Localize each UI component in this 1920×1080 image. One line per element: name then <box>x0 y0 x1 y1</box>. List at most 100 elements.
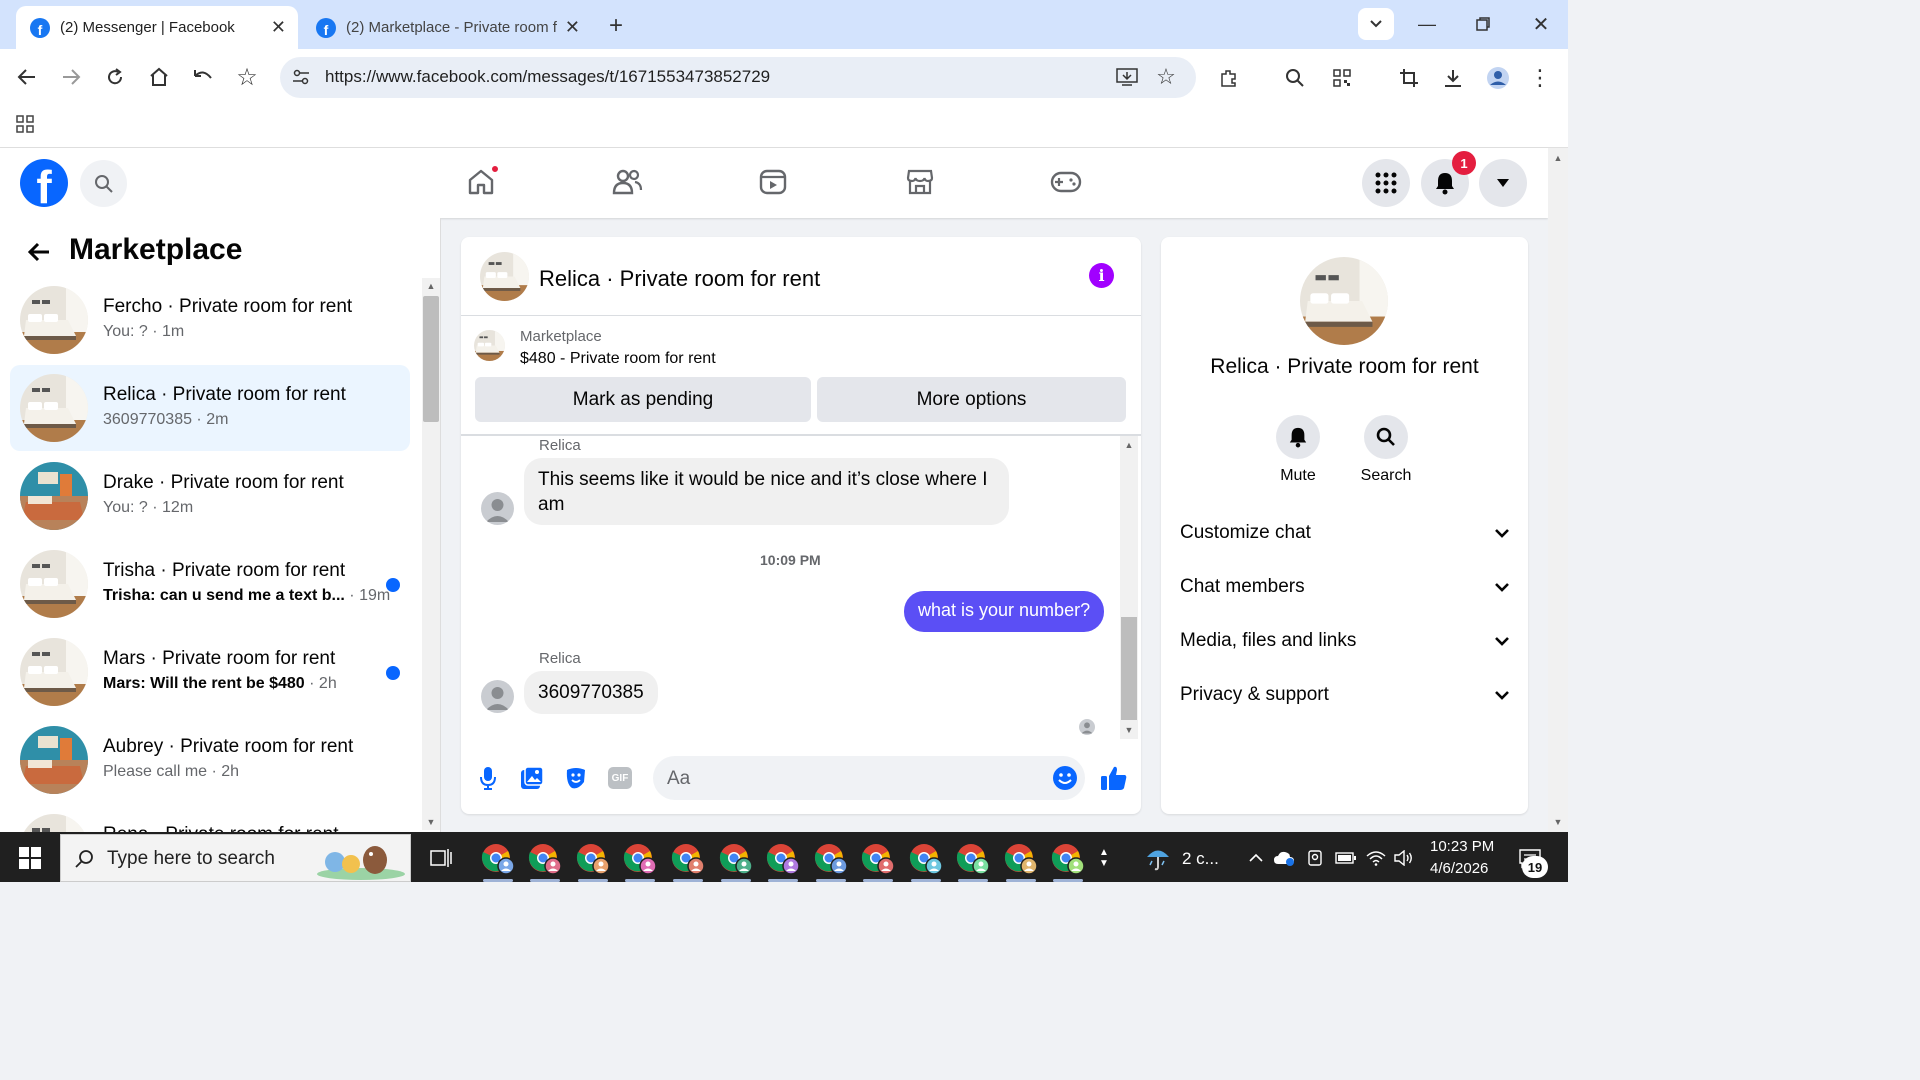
install-app-icon[interactable] <box>1114 64 1140 90</box>
chrome-taskbar-icon[interactable] <box>1003 840 1039 876</box>
chrome-taskbar-icon[interactable] <box>718 840 754 876</box>
chat-scrollbar-thumb[interactable] <box>1121 617 1137 720</box>
chrome-taskbar-icon[interactable] <box>955 840 991 876</box>
account-button[interactable] <box>1479 159 1527 207</box>
tab-search-button[interactable] <box>1358 8 1394 40</box>
close-tab-icon[interactable]: ✕ <box>565 17 580 38</box>
clock-date[interactable]: 4/6/2026 <box>1430 860 1488 877</box>
conversation-item[interactable]: Fercho · Private room for rent You: ? · 1… <box>10 277 410 363</box>
clock-time[interactable]: 10:23 PM <box>1430 838 1494 855</box>
tab-marketplace[interactable]: f (2) Marketplace - Private room f ✕ <box>302 6 592 49</box>
weather-text[interactable]: 2 c... <box>1182 849 1219 869</box>
minimize-button[interactable]: — <box>1412 10 1442 38</box>
chat-avatar[interactable] <box>480 252 529 301</box>
conversation-item[interactable]: Aubrey · Private room for rent Please cal… <box>10 717 410 803</box>
nav-friends[interactable] <box>607 162 647 202</box>
emoji-icon[interactable] <box>1050 763 1080 793</box>
wifi-icon[interactable] <box>1364 846 1388 870</box>
mark-as-pending-button[interactable]: Mark as pending <box>475 377 811 422</box>
menu-button[interactable] <box>1362 159 1410 207</box>
bookmark-page-icon[interactable]: ☆ <box>1153 64 1179 90</box>
gif-icon[interactable]: GIF <box>605 763 635 793</box>
apps-grid-icon[interactable] <box>12 111 38 137</box>
scroll-up-arrow-icon[interactable]: ▲ <box>424 280 438 292</box>
photo-icon[interactable] <box>517 763 547 793</box>
scroll-up-arrow-icon[interactable]: ▲ <box>1122 439 1136 451</box>
conversation-item[interactable]: Relica · Private room for rent 3609770385… <box>10 365 410 451</box>
bookmark-star-button[interactable]: ☆ <box>232 62 262 92</box>
chat-title[interactable]: Relica · Private room for rent <box>539 266 820 292</box>
chrome-taskbar-icon[interactable] <box>1050 840 1086 876</box>
scroll-up-arrow-icon[interactable]: ▲ <box>1551 152 1565 164</box>
avatar[interactable] <box>481 680 514 713</box>
tab-messenger[interactable]: f (2) Messenger | Facebook ✕ <box>16 6 298 49</box>
scroll-down-arrow-icon[interactable]: ▼ <box>424 816 438 828</box>
media-files-links-row[interactable]: Media, files and links <box>1180 621 1510 661</box>
conversation-item[interactable]: Mars · Private room for rent Mars: Will t… <box>10 629 410 715</box>
search-in-chat-button[interactable]: Search <box>1341 415 1431 485</box>
nav-video[interactable] <box>753 162 793 202</box>
chrome-taskbar-icon[interactable] <box>575 840 611 876</box>
crop-icon[interactable] <box>1395 64 1423 92</box>
thumbs-up-icon[interactable] <box>1099 763 1129 793</box>
customize-chat-row[interactable]: Customize chat <box>1180 513 1510 553</box>
mute-button[interactable]: Mute <box>1253 415 1343 485</box>
show-hidden-icons-icon[interactable] <box>1246 846 1266 870</box>
nav-marketplace[interactable] <box>900 162 940 202</box>
undo-button[interactable] <box>188 62 218 92</box>
scroll-down-arrow-icon[interactable]: ▼ <box>1122 724 1136 736</box>
extensions-icon[interactable] <box>1215 64 1243 92</box>
close-window-button[interactable]: ✕ <box>1526 10 1556 38</box>
sidebar-scrollbar-thumb[interactable] <box>423 296 439 422</box>
facebook-logo-icon[interactable]: f <box>20 159 68 207</box>
chrome-taskbar-icon[interactable] <box>765 840 801 876</box>
new-tab-button[interactable]: + <box>602 12 630 40</box>
start-button[interactable] <box>10 840 50 876</box>
downloads-icon[interactable] <box>1439 64 1467 92</box>
chat-members-row[interactable]: Chat members <box>1180 567 1510 607</box>
chrome-taskbar-icon[interactable] <box>527 840 563 876</box>
qr-code-icon[interactable] <box>1328 64 1356 92</box>
zoom-icon[interactable] <box>1281 64 1309 92</box>
info-avatar[interactable] <box>1300 257 1388 345</box>
chrome-taskbar-icon[interactable] <box>670 840 706 876</box>
restore-button[interactable] <box>1468 10 1498 38</box>
back-button[interactable] <box>12 62 42 92</box>
page-scrollbar[interactable] <box>1548 148 1568 832</box>
volume-icon[interactable] <box>1392 846 1416 870</box>
forward-button[interactable] <box>56 62 86 92</box>
listing-thumbnail[interactable] <box>474 330 505 361</box>
chrome-taskbar-icon[interactable] <box>813 840 849 876</box>
profile-icon[interactable] <box>1484 64 1512 92</box>
info-icon[interactable]: i <box>1089 263 1114 288</box>
browser-menu-icon[interactable]: ⋮ <box>1528 64 1552 92</box>
battery-icon[interactable] <box>1334 846 1358 870</box>
back-arrow-icon[interactable] <box>24 238 54 266</box>
voice-clip-icon[interactable] <box>473 763 503 793</box>
avatar[interactable] <box>481 492 514 525</box>
taskbar-overflow-icon[interactable]: ▲ ▼ <box>1096 836 1112 880</box>
site-info-icon[interactable] <box>288 64 314 90</box>
chrome-taskbar-icon[interactable] <box>908 840 944 876</box>
reload-button[interactable] <box>100 62 130 92</box>
listing-title[interactable]: $480 - Private room for rent <box>520 350 716 368</box>
nav-gaming[interactable] <box>1046 162 1086 202</box>
message-input[interactable] <box>653 756 1085 800</box>
outgoing-message[interactable]: what is your number? <box>904 591 1105 632</box>
url-text[interactable]: https://www.facebook.com/messages/t/1671… <box>325 67 770 87</box>
home-button[interactable] <box>144 62 174 92</box>
search-button[interactable] <box>80 160 127 207</box>
task-view-icon[interactable] <box>426 843 456 873</box>
close-tab-icon[interactable]: ✕ <box>271 17 286 38</box>
more-options-button[interactable]: More options <box>817 377 1126 422</box>
privacy-support-row[interactable]: Privacy & support <box>1180 675 1510 715</box>
chrome-taskbar-icon[interactable] <box>622 840 658 876</box>
onedrive-icon[interactable] <box>1272 846 1296 870</box>
conversation-item[interactable]: Drake · Private room for rent You: ? · 12… <box>10 453 410 539</box>
sticker-icon[interactable] <box>561 763 591 793</box>
chrome-taskbar-icon[interactable] <box>480 840 516 876</box>
meet-now-icon[interactable] <box>1304 846 1328 870</box>
weather-icon[interactable] <box>1142 842 1174 874</box>
incoming-message[interactable]: 3609770385 <box>524 671 658 714</box>
chrome-taskbar-icon[interactable] <box>860 840 896 876</box>
